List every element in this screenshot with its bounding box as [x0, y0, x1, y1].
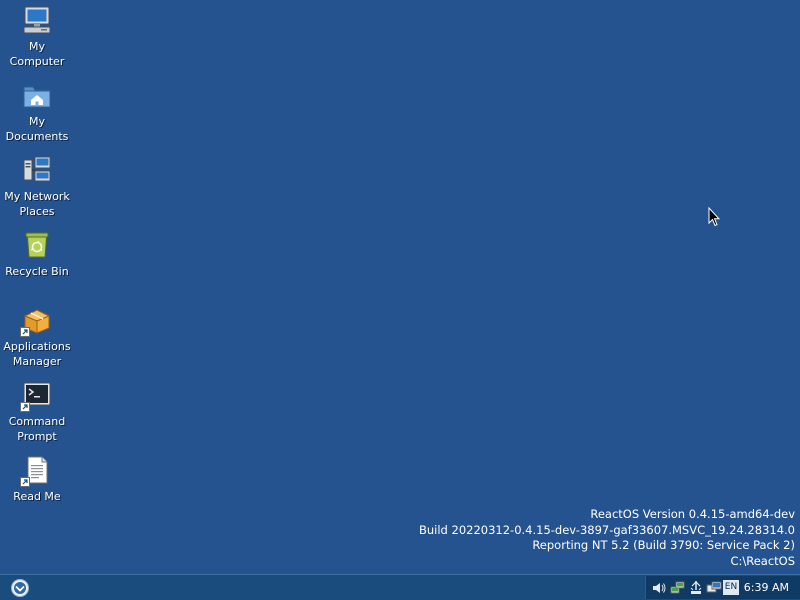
shortcut-arrow-icon — [20, 477, 30, 487]
clock[interactable]: 6:39 AM — [744, 576, 789, 599]
desktop-item-command-prompt[interactable]: Command Prompt — [0, 379, 74, 444]
shortcut-arrow-icon — [20, 402, 30, 412]
my-computer-icon — [21, 4, 53, 36]
read-me-icon — [20, 454, 53, 487]
mouse-cursor-icon — [708, 206, 721, 231]
taskbar: EN 6:39 AM — [0, 574, 800, 600]
desktop-item-my-documents[interactable]: My Documents — [0, 79, 74, 144]
applications-manager-icon — [20, 304, 53, 337]
desktop-item-read-me[interactable]: Read Me — [0, 454, 74, 504]
desktop-item-my-network-places[interactable]: My Network Places — [0, 154, 74, 219]
recycle-bin-icon — [21, 229, 53, 261]
system-tray: EN 6:39 AM — [645, 576, 800, 599]
recycle-bin-label: Recycle Bin — [5, 265, 69, 278]
shortcut-arrow-icon — [20, 327, 30, 337]
nt-version-line: Reporting NT 5.2 (Build 3790: Service Pa… — [532, 538, 795, 552]
system-path-line: C:\ReactOS — [730, 553, 795, 568]
my-computer-label: My Computer — [9, 40, 65, 68]
network-icon[interactable] — [670, 580, 686, 596]
monitor-icon[interactable] — [706, 580, 722, 596]
my-network-places-label: My Network Places — [4, 190, 70, 218]
desktop-item-recycle-bin[interactable]: Recycle Bin — [0, 229, 74, 279]
build-line: Build 20220312-0.4.15-dev-3897-gaf33607.… — [418, 522, 795, 537]
volume-icon[interactable] — [651, 580, 667, 596]
version-line: ReactOS Version 0.4.15-amd64-dev — [590, 507, 795, 521]
applications-manager-label: Applications Manager — [3, 340, 71, 368]
my-documents-label: My Documents — [5, 115, 69, 143]
command-prompt-label: Command Prompt — [8, 415, 66, 443]
version-info: ReactOS Version 0.4.15-amd64-dev Build 2… — [419, 507, 795, 569]
my-documents-icon — [21, 79, 53, 111]
desktop-item-applications-manager[interactable]: Applications Manager — [0, 304, 74, 369]
desktop-item-my-computer[interactable]: My Computer — [0, 4, 74, 69]
reactos-logo-icon — [11, 579, 29, 597]
read-me-label: Read Me — [13, 490, 61, 503]
command-prompt-icon — [20, 379, 53, 412]
start-button[interactable] — [9, 578, 31, 598]
safely-remove-icon[interactable] — [688, 580, 704, 596]
desktop[interactable]: My Computer My Documents My Network Plac… — [0, 0, 800, 574]
language-indicator[interactable]: EN — [723, 580, 739, 595]
my-network-places-icon — [21, 154, 53, 186]
